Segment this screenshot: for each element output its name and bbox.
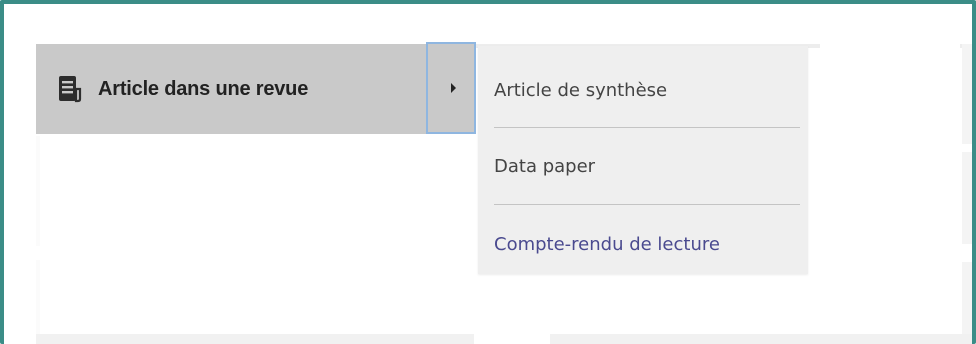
document-icon	[58, 75, 82, 103]
background-strip	[962, 44, 972, 144]
caret-right-icon	[450, 83, 456, 93]
next-menu-item-bg	[36, 334, 474, 344]
submenu-dropdown: Article de synthèse Data paper Compte-re…	[478, 46, 808, 274]
submenu-item-article-de-synthese[interactable]: Article de synthèse	[494, 80, 800, 101]
menu-item-label: Article dans une revue	[98, 77, 309, 100]
background-strip	[962, 262, 972, 334]
submenu-item-compte-rendu-de-lecture[interactable]: Compte-rendu de lecture	[494, 234, 800, 255]
menu-panel-frame: Article dans une revue Article de synthè…	[0, 0, 976, 344]
submenu-item-data-paper[interactable]: Data paper	[494, 156, 800, 177]
submenu-toggle-button[interactable]	[426, 42, 476, 134]
submenu-divider	[494, 127, 800, 128]
background-strip	[36, 136, 40, 246]
next-menu-item-bg	[550, 334, 972, 344]
background-strip	[36, 260, 40, 334]
submenu-divider	[494, 204, 800, 205]
background-strip	[962, 152, 972, 244]
menu-item-article-dans-une-revue[interactable]: Article dans une revue	[36, 44, 426, 134]
background-block	[820, 44, 960, 136]
